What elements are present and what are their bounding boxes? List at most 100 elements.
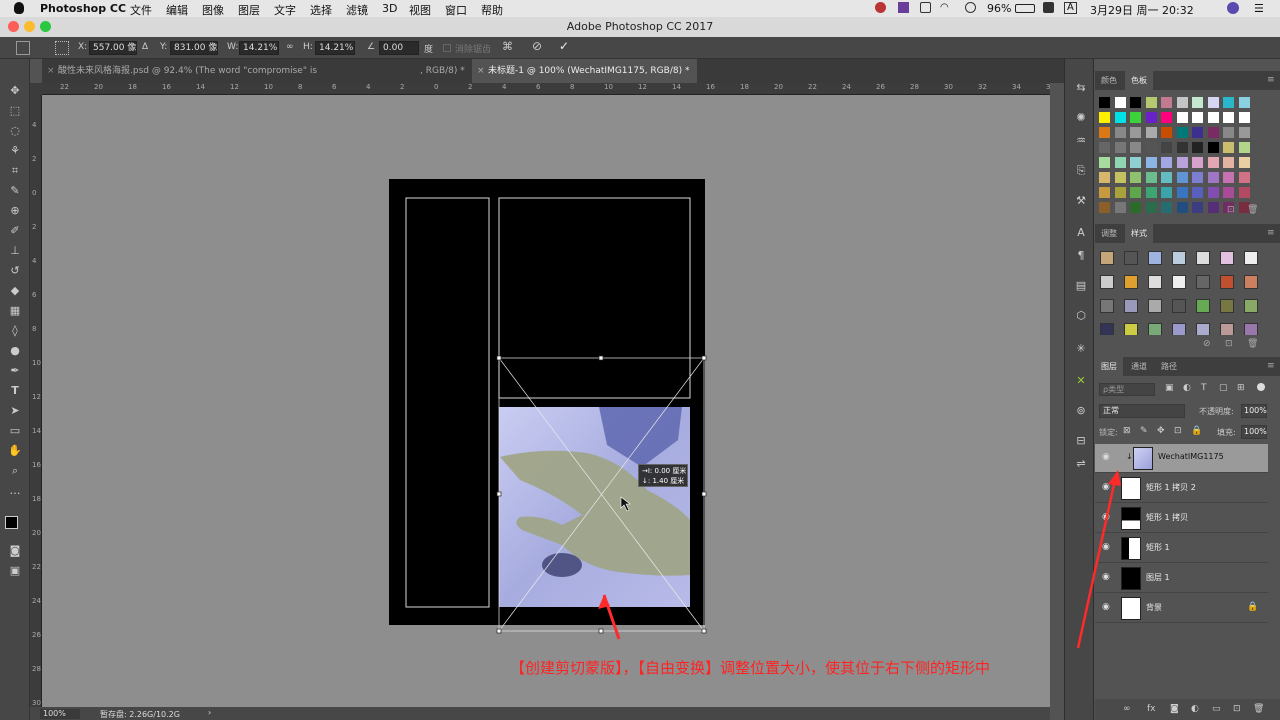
color-swatch[interactable] [1130, 97, 1141, 108]
color-swatch[interactable] [1130, 157, 1141, 168]
color-swatch[interactable] [1145, 202, 1157, 213]
new-layer-icon[interactable]: ⊡ [1233, 704, 1241, 714]
eyedropper-tool-icon[interactable]: ✎ [7, 184, 23, 198]
style-preset[interactable] [1100, 323, 1114, 335]
color-swatch[interactable] [1145, 172, 1157, 183]
tab-color[interactable]: 颜色 [1095, 71, 1123, 90]
color-swatch[interactable] [1207, 157, 1219, 168]
style-preset[interactable] [1196, 251, 1210, 265]
delta-icon[interactable]: ∆ [142, 42, 148, 52]
tab-styles[interactable]: 样式 [1125, 224, 1153, 243]
vertical-ruler[interactable]: 4 2 0 2 4 6 8 10 12 14 16 18 20 22 24 26 28 30 [30, 95, 42, 707]
color-swatch[interactable] [1192, 97, 1203, 108]
tab-adjustments[interactable]: 调整 [1095, 224, 1123, 243]
color-swatch[interactable] [1207, 127, 1219, 138]
filter-shape-icon[interactable]: ▢ [1219, 383, 1228, 393]
new-style-icon[interactable]: ⊡ [1225, 339, 1233, 349]
color-swatch[interactable] [1099, 97, 1110, 108]
lock-all-icon[interactable]: 🔒 [1191, 426, 1202, 436]
color-swatch[interactable] [1114, 112, 1126, 123]
style-preset[interactable] [1124, 323, 1138, 335]
hand-tool-icon[interactable]: ✋ [7, 444, 23, 458]
color-swatch[interactable] [1192, 157, 1203, 168]
zoom-window-button[interactable] [40, 21, 51, 32]
zoom-tool-icon[interactable]: ⌕ [7, 464, 23, 478]
brush-bristle-icon[interactable]: ✳ [1074, 342, 1088, 356]
input-method[interactable]: A [1064, 2, 1077, 14]
color-swatch[interactable] [1145, 127, 1157, 138]
color-swatch[interactable] [1176, 112, 1188, 123]
color-swatch[interactable] [1130, 127, 1141, 138]
menu-select[interactable]: 选择 [310, 2, 332, 18]
style-preset[interactable] [1220, 299, 1234, 313]
blur-tool-icon[interactable]: ◊ [7, 324, 23, 338]
link-icon[interactable]: ∞ [286, 42, 294, 52]
width-field[interactable]: 14.21% [239, 41, 279, 55]
battery-icon[interactable] [1015, 4, 1035, 13]
add-mask-icon[interactable]: ◙ [1170, 704, 1179, 714]
style-preset[interactable] [1148, 251, 1162, 265]
menu-file[interactable]: 文件 [130, 2, 152, 18]
style-preset[interactable] [1220, 251, 1234, 265]
pen-tool-icon[interactable]: ✒ [7, 364, 23, 378]
close-tab-icon[interactable]: × [47, 59, 55, 83]
move-tool-preset-icon[interactable] [16, 41, 30, 55]
document-canvas[interactable] [42, 95, 1050, 707]
style-preset[interactable] [1148, 275, 1162, 289]
tab-channels[interactable]: 通道 [1125, 357, 1153, 376]
tab-swatches[interactable]: 色板 [1125, 71, 1153, 90]
antialias-checkbox[interactable] [443, 44, 451, 52]
rectangle-tool-icon[interactable]: ▭ [7, 424, 23, 438]
gradient-tool-icon[interactable]: ▦ [7, 304, 23, 318]
filter-pixel-icon[interactable]: ▣ [1165, 383, 1174, 393]
color-swatch[interactable] [1114, 97, 1126, 108]
panel-menu-icon[interactable]: ≡ [1267, 228, 1275, 238]
style-preset[interactable] [1196, 323, 1210, 335]
more-tools-icon[interactable]: … [7, 484, 23, 498]
layer-name[interactable]: 矩形 1 拷贝 [1146, 512, 1188, 523]
color-swatch[interactable] [1161, 157, 1172, 168]
color-swatch[interactable] [1207, 112, 1219, 123]
color-swatch[interactable] [1130, 187, 1141, 198]
delete-style-icon[interactable]: 🗑 [1247, 339, 1258, 349]
warp-icon[interactable]: ⌘ [502, 40, 513, 53]
color-swatch[interactable] [1192, 187, 1203, 198]
tab-layers[interactable]: 图层 [1095, 357, 1123, 376]
color-swatch[interactable] [1161, 97, 1172, 108]
color-swatch[interactable] [1176, 157, 1188, 168]
clear-style-icon[interactable]: ⊘ [1203, 339, 1211, 349]
color-swatch[interactable] [1192, 112, 1203, 123]
color-swatch[interactable] [1223, 127, 1234, 138]
menu-view[interactable]: 视图 [409, 2, 431, 18]
new-group-icon[interactable]: ▭ [1212, 704, 1221, 714]
color-swatch[interactable] [1161, 187, 1172, 198]
color-swatch[interactable] [1223, 97, 1234, 108]
style-preset[interactable] [1100, 251, 1114, 265]
siri-icon[interactable] [1227, 2, 1239, 14]
device-preview-icon[interactable]: ⊚ [1074, 404, 1088, 418]
color-swatch[interactable] [1176, 172, 1188, 183]
color-swatch[interactable] [1114, 157, 1126, 168]
color-swatch[interactable] [1238, 142, 1250, 153]
style-preset[interactable] [1124, 251, 1138, 265]
tool-presets-icon[interactable]: ⚒ [1074, 194, 1088, 208]
link-layers-icon[interactable]: ∞ [1123, 704, 1131, 714]
layer-row-wechatimg1175[interactable]: ◉ ↓ WechatIMG1175 [1095, 444, 1268, 473]
layer-style-icon[interactable]: fx [1147, 704, 1156, 714]
notes-panel-icon[interactable]: ▤ [1074, 279, 1088, 293]
marquee-tool-icon[interactable]: ⬚ [7, 104, 23, 118]
y-field[interactable]: 831.00 像素 [170, 41, 218, 55]
swatches-grid[interactable] [1099, 97, 1267, 213]
color-swatch[interactable] [1161, 202, 1172, 213]
height-field[interactable]: 14.21% [315, 41, 355, 55]
tab-paths[interactable]: 路径 [1155, 357, 1183, 376]
layer-name[interactable]: 矩形 1 [1146, 542, 1170, 553]
filter-adjustment-icon[interactable]: ◐ [1183, 383, 1191, 393]
style-preset[interactable] [1172, 275, 1186, 289]
clone-source-icon[interactable]: ⎘ [1074, 164, 1088, 178]
move-tool-icon[interactable]: ✥ [7, 84, 23, 98]
style-preset[interactable] [1244, 299, 1258, 313]
styles-grid[interactable] [1100, 251, 1265, 335]
menu-edit[interactable]: 编辑 [166, 2, 188, 18]
color-swatch[interactable] [1238, 157, 1250, 168]
